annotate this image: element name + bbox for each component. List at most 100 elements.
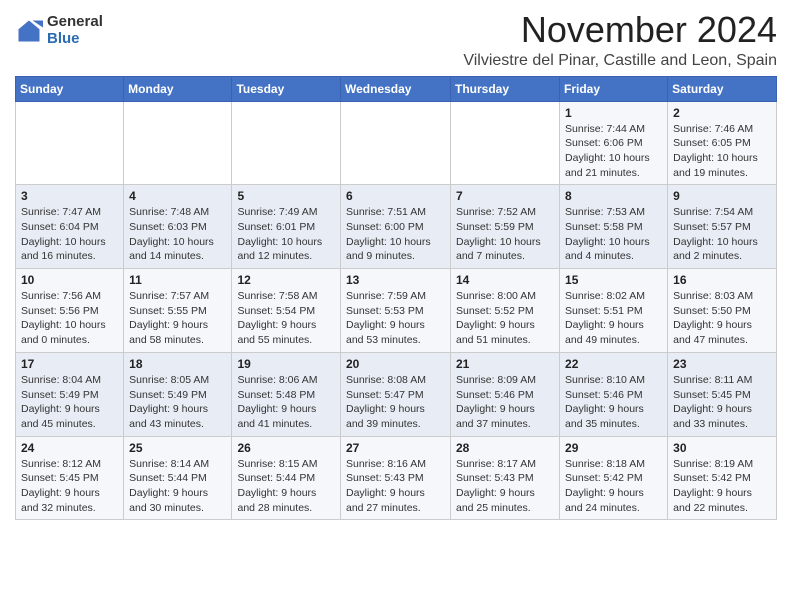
calendar-cell: [341, 101, 451, 185]
page-header: General Blue November 2024 Vilviestre de…: [15, 10, 777, 70]
calendar-cell: 30Sunrise: 8:19 AMSunset: 5:42 PMDayligh…: [668, 436, 777, 520]
calendar-cell: 18Sunrise: 8:05 AMSunset: 5:49 PMDayligh…: [124, 352, 232, 436]
logo-icon: [15, 17, 43, 45]
calendar-cell: 23 Sunrise: 8:11 AMSunset: 5:45 PMDayligh…: [668, 352, 777, 436]
logo-blue-text: Blue: [47, 31, 103, 48]
calendar-cell: 11Sunrise: 7:57 AMSunset: 5:55 PMDayligh…: [124, 269, 232, 353]
calendar-cell: 4Sunrise: 7:48 AMSunset: 6:03 PMDaylight…: [124, 185, 232, 269]
calendar-cell: 29 Sunrise: 8:18 AMSunset: 5:42 PMDayligh…: [560, 436, 668, 520]
day-number: 26: [237, 441, 335, 455]
day-number: 4: [129, 189, 226, 203]
calendar-cell: 20 Sunrise: 8:08 AMSunset: 5:47 PMDayligh…: [341, 352, 451, 436]
day-number: 8: [565, 189, 662, 203]
day-info: Sunrise: 8:18 AMSunset: 5:42 PMDaylight:…: [565, 457, 662, 516]
day-info: Sunrise: 8:12 AMSunset: 5:45 PMDaylight:…: [21, 457, 118, 516]
day-number: 1: [565, 106, 662, 120]
header-monday: Monday: [124, 76, 232, 101]
calendar-cell: 9 Sunrise: 7:54 AMSunset: 5:57 PMDaylight…: [668, 185, 777, 269]
day-number: 15: [565, 273, 662, 287]
calendar-cell: 5Sunrise: 7:49 AMSunset: 6:01 PMDaylight…: [232, 185, 341, 269]
calendar-cell: [232, 101, 341, 185]
day-number: 21: [456, 357, 554, 371]
header-saturday: Saturday: [668, 76, 777, 101]
day-info: Sunrise: 7:47 AMSunset: 6:04 PMDaylight:…: [21, 205, 118, 264]
calendar-cell: 12 Sunrise: 7:58 AMSunset: 5:54 PMDayligh…: [232, 269, 341, 353]
calendar-cell: 22Sunrise: 8:10 AMSunset: 5:46 PMDayligh…: [560, 352, 668, 436]
calendar-cell: 10 Sunrise: 7:56 AMSunset: 5:56 PMDayligh…: [16, 269, 124, 353]
header-row: SundayMondayTuesdayWednesdayThursdayFrid…: [16, 76, 777, 101]
header-thursday: Thursday: [451, 76, 560, 101]
calendar-cell: 21Sunrise: 8:09 AMSunset: 5:46 PMDayligh…: [451, 352, 560, 436]
calendar-cell: 6 Sunrise: 7:51 AMSunset: 6:00 PMDaylight…: [341, 185, 451, 269]
day-number: 18: [129, 357, 226, 371]
day-info: Sunrise: 8:17 AMSunset: 5:43 PMDaylight:…: [456, 457, 554, 516]
day-number: 28: [456, 441, 554, 455]
day-info: Sunrise: 8:00 AMSunset: 5:52 PMDaylight:…: [456, 289, 554, 348]
logo-general-text: General: [47, 14, 103, 31]
day-number: 30: [673, 441, 771, 455]
day-number: 29: [565, 441, 662, 455]
calendar-cell: 16 Sunrise: 8:03 AMSunset: 5:50 PMDayligh…: [668, 269, 777, 353]
week-row-4: 24 Sunrise: 8:12 AMSunset: 5:45 PMDayligh…: [16, 436, 777, 520]
day-number: 16: [673, 273, 771, 287]
week-row-3: 17Sunrise: 8:04 AMSunset: 5:49 PMDayligh…: [16, 352, 777, 436]
location-title: Vilviestre del Pinar, Castille and Leon,…: [463, 52, 777, 70]
week-row-1: 3Sunrise: 7:47 AMSunset: 6:04 PMDaylight…: [16, 185, 777, 269]
day-info: Sunrise: 8:04 AMSunset: 5:49 PMDaylight:…: [21, 373, 118, 432]
calendar-cell: 26 Sunrise: 8:15 AMSunset: 5:44 PMDayligh…: [232, 436, 341, 520]
day-number: 25: [129, 441, 226, 455]
day-number: 27: [346, 441, 445, 455]
day-info: Sunrise: 8:14 AMSunset: 5:44 PMDaylight:…: [129, 457, 226, 516]
calendar-cell: 15 Sunrise: 8:02 AMSunset: 5:51 PMDayligh…: [560, 269, 668, 353]
calendar-cell: [124, 101, 232, 185]
calendar-cell: 27 Sunrise: 8:16 AMSunset: 5:43 PMDayligh…: [341, 436, 451, 520]
day-number: 6: [346, 189, 445, 203]
day-number: 2: [673, 106, 771, 120]
calendar-cell: 28 Sunrise: 8:17 AMSunset: 5:43 PMDayligh…: [451, 436, 560, 520]
week-row-2: 10 Sunrise: 7:56 AMSunset: 5:56 PMDayligh…: [16, 269, 777, 353]
day-number: 24: [21, 441, 118, 455]
day-number: 7: [456, 189, 554, 203]
header-friday: Friday: [560, 76, 668, 101]
logo: General Blue: [15, 14, 103, 47]
day-number: 10: [21, 273, 118, 287]
day-info: Sunrise: 8:03 AMSunset: 5:50 PMDaylight:…: [673, 289, 771, 348]
calendar-cell: 2Sunrise: 7:46 AMSunset: 6:05 PMDaylight…: [668, 101, 777, 185]
day-info: Sunrise: 8:08 AMSunset: 5:47 PMDaylight:…: [346, 373, 445, 432]
day-info: Sunrise: 7:52 AMSunset: 5:59 PMDaylight:…: [456, 205, 554, 264]
day-number: 11: [129, 273, 226, 287]
day-number: 13: [346, 273, 445, 287]
day-info: Sunrise: 7:53 AMSunset: 5:58 PMDaylight:…: [565, 205, 662, 264]
header-tuesday: Tuesday: [232, 76, 341, 101]
day-info: Sunrise: 7:44 AMSunset: 6:06 PMDaylight:…: [565, 122, 662, 181]
day-number: 12: [237, 273, 335, 287]
day-number: 22: [565, 357, 662, 371]
day-info: Sunrise: 7:58 AMSunset: 5:54 PMDaylight:…: [237, 289, 335, 348]
day-info: Sunrise: 8:15 AMSunset: 5:44 PMDaylight:…: [237, 457, 335, 516]
header-wednesday: Wednesday: [341, 76, 451, 101]
day-number: 9: [673, 189, 771, 203]
day-info: Sunrise: 7:56 AMSunset: 5:56 PMDaylight:…: [21, 289, 118, 348]
calendar-cell: 14Sunrise: 8:00 AMSunset: 5:52 PMDayligh…: [451, 269, 560, 353]
title-area: November 2024 Vilviestre del Pinar, Cast…: [463, 10, 777, 70]
calendar-cell: 8 Sunrise: 7:53 AMSunset: 5:58 PMDaylight…: [560, 185, 668, 269]
calendar-cell: [451, 101, 560, 185]
calendar-cell: 13Sunrise: 7:59 AMSunset: 5:53 PMDayligh…: [341, 269, 451, 353]
day-number: 20: [346, 357, 445, 371]
week-row-0: 1 Sunrise: 7:44 AMSunset: 6:06 PMDaylight…: [16, 101, 777, 185]
calendar-table: SundayMondayTuesdayWednesdayThursdayFrid…: [15, 76, 777, 521]
calendar-cell: 25 Sunrise: 8:14 AMSunset: 5:44 PMDayligh…: [124, 436, 232, 520]
day-number: 23: [673, 357, 771, 371]
month-title: November 2024: [463, 10, 777, 50]
day-info: Sunrise: 7:54 AMSunset: 5:57 PMDaylight:…: [673, 205, 771, 264]
logo-text: General Blue: [47, 14, 103, 47]
calendar-cell: 3Sunrise: 7:47 AMSunset: 6:04 PMDaylight…: [16, 185, 124, 269]
day-info: Sunrise: 8:06 AMSunset: 5:48 PMDaylight:…: [237, 373, 335, 432]
day-info: Sunrise: 7:51 AMSunset: 6:00 PMDaylight:…: [346, 205, 445, 264]
day-info: Sunrise: 8:16 AMSunset: 5:43 PMDaylight:…: [346, 457, 445, 516]
day-info: Sunrise: 8:02 AMSunset: 5:51 PMDaylight:…: [565, 289, 662, 348]
calendar-cell: 24 Sunrise: 8:12 AMSunset: 5:45 PMDayligh…: [16, 436, 124, 520]
day-info: Sunrise: 8:11 AMSunset: 5:45 PMDaylight:…: [673, 373, 771, 432]
calendar-cell: 19Sunrise: 8:06 AMSunset: 5:48 PMDayligh…: [232, 352, 341, 436]
calendar-cell: 1 Sunrise: 7:44 AMSunset: 6:06 PMDaylight…: [560, 101, 668, 185]
